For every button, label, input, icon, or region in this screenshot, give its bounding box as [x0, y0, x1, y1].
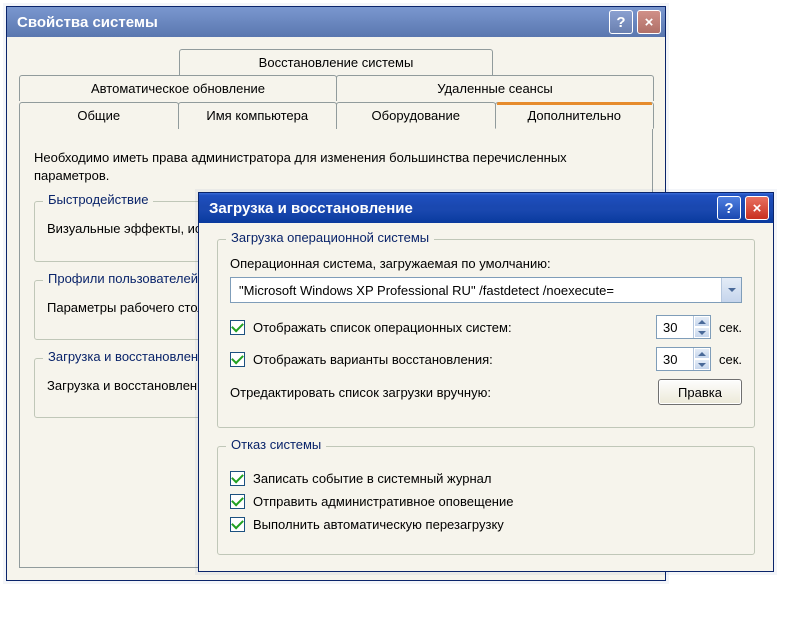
help-icon[interactable]: ?: [717, 196, 741, 220]
spin-down-icon[interactable]: [694, 327, 710, 338]
log-event-label: Записать событие в системный журнал: [253, 471, 491, 486]
spin-up-icon[interactable]: [694, 348, 710, 359]
send-alert-checkbox[interactable]: [230, 494, 245, 509]
log-event-checkbox[interactable]: [230, 471, 245, 486]
tab-computer-name[interactable]: Имя компьютера: [178, 102, 338, 129]
auto-restart-label: Выполнить автоматическую перезагрузку: [253, 517, 504, 532]
default-os-value: "Microsoft Windows XP Professional RU" /…: [239, 283, 721, 298]
send-alert-label: Отправить административное оповещение: [253, 494, 513, 509]
default-os-label: Операционная система, загружаемая по умо…: [230, 256, 742, 271]
child-title: Загрузка и восстановление: [209, 200, 413, 217]
tab-system-restore[interactable]: Восстановление системы: [179, 49, 493, 75]
show-recovery-label: Отображать варианты восстановления:: [253, 352, 493, 367]
group-system-failure-title: Отказ системы: [226, 437, 326, 452]
show-recovery-seconds-input[interactable]: [657, 348, 693, 370]
group-os-startup: Загрузка операционной системы Операционн…: [217, 239, 755, 428]
group-os-startup-title: Загрузка операционной системы: [226, 230, 434, 245]
child-titlebar: Загрузка и восстановление ? ×: [199, 193, 773, 223]
auto-restart-checkbox[interactable]: [230, 517, 245, 532]
seconds-label: сек.: [719, 320, 742, 335]
help-icon[interactable]: ?: [609, 10, 633, 34]
show-os-list-seconds-stepper[interactable]: [656, 315, 711, 339]
tab-general[interactable]: Общие: [19, 102, 179, 129]
group-performance-title: Быстродействие: [43, 192, 153, 207]
edit-boot-label: Отредактировать список загрузки вручную:: [230, 385, 491, 400]
show-recovery-checkbox[interactable]: [230, 352, 245, 367]
intro-text: Необходимо иметь права администратора дл…: [34, 149, 638, 185]
close-icon[interactable]: ×: [637, 10, 661, 34]
show-os-list-label: Отображать список операционных систем:: [253, 320, 512, 335]
spin-down-icon[interactable]: [694, 359, 710, 370]
parent-title: Свойства системы: [17, 14, 158, 31]
group-profiles-title: Профили пользователей: [43, 271, 203, 286]
spin-up-icon[interactable]: [694, 316, 710, 327]
show-os-list-seconds-input[interactable]: [657, 316, 693, 338]
seconds-label: сек.: [719, 352, 742, 367]
parent-titlebar: Свойства системы ? ×: [7, 7, 665, 37]
edit-button[interactable]: Правка: [658, 379, 742, 405]
chevron-down-icon[interactable]: [721, 278, 741, 302]
default-os-select[interactable]: "Microsoft Windows XP Professional RU" /…: [230, 277, 742, 303]
show-os-list-checkbox[interactable]: [230, 320, 245, 335]
show-recovery-seconds-stepper[interactable]: [656, 347, 711, 371]
tab-advanced[interactable]: Дополнительно: [495, 102, 655, 129]
group-startup-title: Загрузка и восстановление: [43, 349, 218, 364]
close-icon[interactable]: ×: [745, 196, 769, 220]
tab-hardware[interactable]: Оборудование: [336, 102, 496, 129]
group-system-failure: Отказ системы Записать событие в системн…: [217, 446, 755, 555]
tab-auto-updates[interactable]: Автоматическое обновление: [19, 75, 337, 101]
tab-remote[interactable]: Удаленные сеансы: [336, 75, 654, 101]
